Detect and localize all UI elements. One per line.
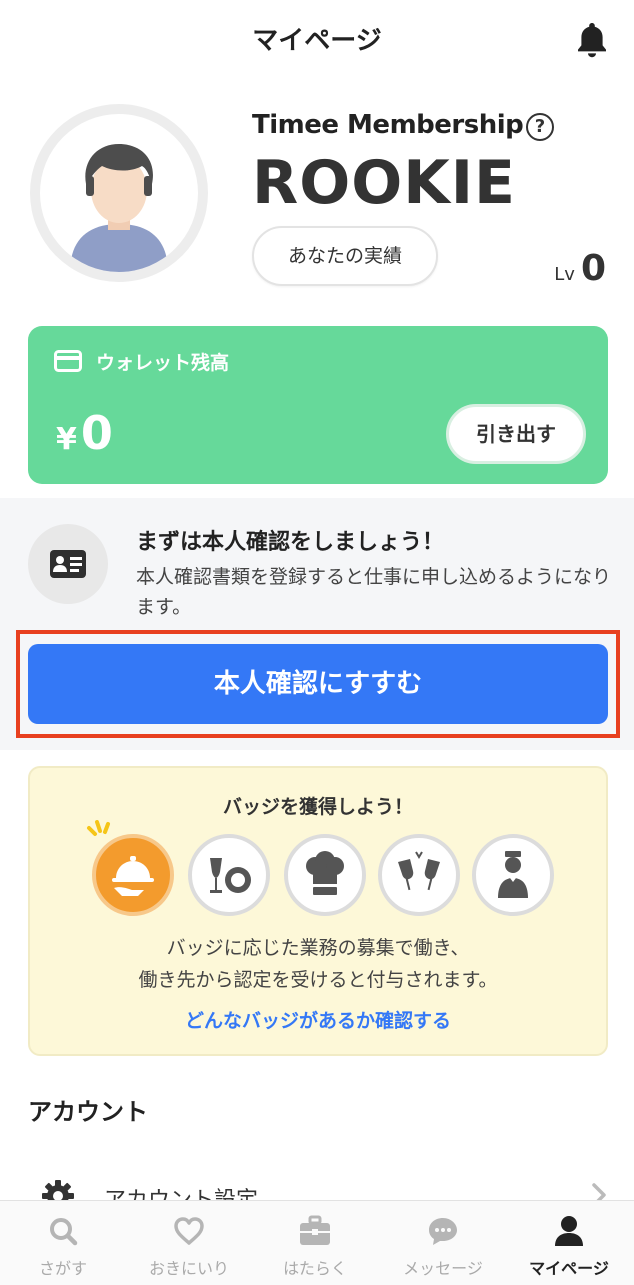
membership-rank: ROOKIE [252,148,517,218]
level-indicator: Lv 0 [554,248,606,289]
chef-hat-badge-icon [284,834,366,916]
wallet-balance-value: 0 [80,406,113,460]
achievements-button[interactable]: あなたの実績 [252,226,438,286]
tab-messages-label: メッセージ [403,1259,483,1278]
tab-search[interactable]: さがす [0,1201,126,1285]
tab-messages[interactable]: メッセージ [380,1201,506,1285]
tab-favorites[interactable]: おきにいり [126,1201,252,1285]
account-section-title: アカウント [28,1098,148,1126]
tab-mypage[interactable]: マイページ [506,1201,632,1285]
wallet-label: ウォレット残高 [96,352,230,374]
badge-promo-title: バッジを獲得しよう！ [222,796,413,818]
currency-symbol: ¥ [56,422,77,457]
withdraw-button[interactable]: 引き出す [446,404,586,464]
membership-label: Timee Membership [252,110,524,140]
id-card-icon-circle [28,524,108,604]
briefcase-icon [300,1215,330,1245]
tab-work-label: はたらく [283,1259,347,1278]
serving-cloche-badge-icon [92,834,174,916]
credit-card-icon [54,350,82,372]
search-icon [50,1218,78,1246]
avatar-image [40,114,198,272]
tab-favorites-label: おきにいり [148,1259,229,1278]
tab-work[interactable]: はたらく [252,1201,378,1285]
toast-glasses-badge-icon [378,834,460,916]
page-title: マイページ [252,26,382,56]
avatar[interactable] [30,104,208,282]
badge-desc-line2: 働き先から認定を受けると付与されます。 [138,969,498,991]
badge-promo-description: バッジに応じた業務の募集で働き、 働き先から認定を受けると付与されます。 [30,932,606,996]
wine-dish-badge-icon [188,834,270,916]
staff-person-badge-icon [472,834,554,916]
proceed-identity-verification-button[interactable]: 本人確認にすすむ [28,644,608,724]
badge-promo-card: バッジを獲得しよう！ バッジに応じた業務の募集で働き、 働き先から認定を受けると… [28,766,608,1056]
chat-icon [429,1218,457,1245]
tab-mypage-label: マイページ [529,1259,609,1278]
wallet-card: ウォレット残高 ¥0 引き出す [28,326,608,484]
heart-icon [174,1217,204,1245]
level-label: Lv [554,264,575,285]
level-value: 0 [580,248,606,289]
bottom-tab-bar: さがす おきにいり はたらく メッセージ マイページ [0,1200,634,1285]
identity-title: まずは本人確認をしましょう！ [136,530,445,555]
tab-search-label: さがす [38,1259,87,1278]
person-illustration-icon [70,144,168,272]
identity-verification-section: まずは本人確認をしましょう！ 本人確認書類を登録すると仕事に申し込めるようになり… [0,498,634,750]
bell-icon[interactable] [574,20,610,58]
wallet-balance: ¥0 [56,406,113,460]
badge-list-link[interactable]: どんなバッジがあるか確認する [30,1006,606,1033]
person-icon [555,1216,583,1246]
id-card-icon [50,550,86,578]
badge-desc-line1: バッジに応じた業務の募集で働き、 [166,937,470,959]
identity-description: 本人確認書類を登録すると仕事に申し込めるようになります。 [136,566,612,618]
app-header: マイページ [0,0,634,78]
help-icon[interactable]: ? [526,113,554,141]
